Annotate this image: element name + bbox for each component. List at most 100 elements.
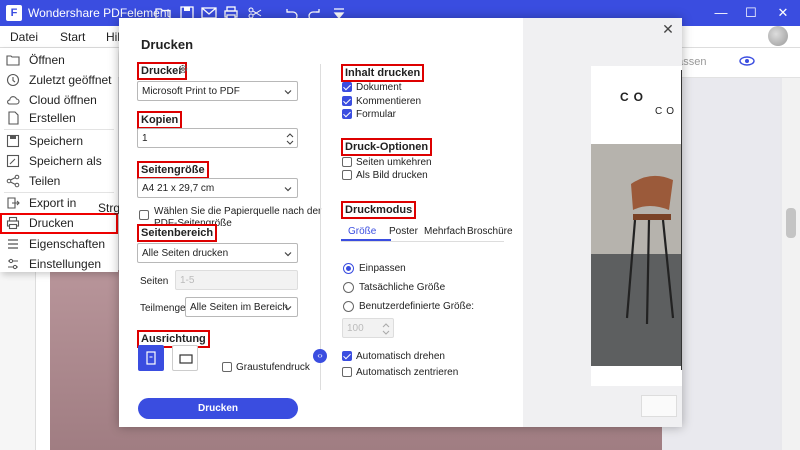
pages-input[interactable]: 1-5 [175, 270, 298, 290]
document-label: Dokument [356, 82, 402, 93]
file-menu-label: Erstellen [29, 111, 76, 125]
menu-start[interactable]: Start [60, 30, 85, 44]
folder-open-icon [6, 53, 20, 67]
landscape-button[interactable] [172, 345, 198, 371]
page-margin [36, 270, 50, 450]
print-button[interactable]: Drucken [138, 398, 298, 419]
gear-icon[interactable] [177, 63, 189, 75]
file-menu-item-recent[interactable]: Zuletzt geöffnet [0, 70, 118, 90]
file-menu-item-properties[interactable]: Eigenschaften [0, 234, 118, 254]
copies-label: Kopien [137, 111, 183, 129]
save-icon [6, 134, 20, 148]
landscape-icon [179, 354, 193, 364]
file-menu-item-create[interactable]: Erstellen [0, 108, 118, 128]
tab-poster[interactable]: Poster [389, 226, 418, 237]
preview-photo [591, 144, 682, 366]
document-icon [6, 111, 20, 125]
comments-label: Kommentieren [356, 96, 422, 107]
column-divider [320, 64, 321, 390]
custom-size-radio[interactable] [343, 301, 354, 312]
form-label: Formular [356, 109, 397, 120]
print-as-image-checkbox[interactable] [342, 170, 352, 180]
auto-rotate-label: Automatisch drehen [356, 351, 445, 362]
collapse-icon[interactable]: ‹› [313, 349, 327, 363]
file-menu-label: Zuletzt geöffnet [29, 73, 112, 87]
tab-size[interactable]: Größe [348, 226, 376, 237]
auto-rotate-checkbox[interactable] [342, 351, 352, 361]
preview-nav[interactable] [641, 395, 677, 417]
document-checkbox[interactable] [342, 82, 352, 92]
page-size-label: Seitengröße [137, 161, 209, 179]
auto-center-checkbox[interactable] [342, 367, 352, 377]
chevron-down-icon[interactable] [382, 330, 390, 336]
printer-select[interactable]: Microsoft Print to PDF [137, 81, 298, 101]
fit-radio[interactable] [343, 263, 354, 274]
chevron-down-icon [284, 187, 292, 192]
menu-hilfe[interactable]: Hil [106, 30, 120, 44]
chevron-down-icon [284, 306, 292, 311]
file-menu-label: Einstellungen [29, 257, 102, 271]
file-menu-item-settings[interactable]: Einstellungen [0, 254, 118, 274]
file-menu-item-share[interactable]: Teilen [0, 171, 118, 191]
shortcut-hint: Strg [98, 201, 121, 215]
dialog-title: Drucken [141, 37, 194, 52]
preview-cover-title: CO [620, 90, 648, 104]
tabs-divider [341, 241, 504, 242]
sliders-icon [6, 257, 20, 271]
scroll-thumb[interactable] [786, 208, 796, 238]
menu-separator [4, 129, 114, 130]
file-menu-label: Eigenschaften [29, 237, 106, 251]
copies-stepper[interactable]: 1 [137, 128, 298, 148]
subset-select[interactable]: Alle Seiten im Bereich [185, 297, 298, 317]
reverse-pages-checkbox[interactable] [342, 157, 352, 167]
subset-value: Alle Seiten im Bereich [190, 302, 288, 313]
actual-size-radio[interactable] [343, 282, 354, 293]
file-menu-item-print[interactable]: Drucken [0, 213, 118, 234]
eye-icon[interactable] [739, 56, 755, 66]
file-menu-label: Speichern [29, 134, 84, 148]
app-logo: F [6, 5, 22, 21]
print-options-label: Druck-Optionen [341, 138, 433, 156]
custom-size-value: 100 [347, 323, 364, 334]
print-as-image-label: Als Bild drucken [356, 170, 428, 181]
file-menu-item-cloud[interactable]: Cloud öffnen [0, 90, 118, 110]
file-menu-item-open[interactable]: Öffnen [0, 50, 118, 70]
share-icon [6, 174, 20, 188]
close-icon[interactable]: ✕ [772, 3, 794, 23]
portrait-icon [146, 351, 156, 365]
file-menu-item-save-as[interactable]: Speichern als [0, 151, 118, 171]
comments-checkbox[interactable] [342, 96, 352, 106]
print-content-label: Inhalt drucken [341, 64, 425, 82]
fit-label: Einpassen [359, 263, 406, 274]
paper-source-label: Wählen Sie die Papierquelle nach der [154, 206, 322, 217]
auto-center-label: Automatisch zentrieren [356, 367, 459, 378]
avatar[interactable] [768, 26, 788, 46]
tab-booklet[interactable]: Broschüre [467, 226, 513, 237]
file-menu-label: Speichern als [29, 154, 102, 168]
paper-source-checkbox[interactable] [139, 210, 149, 220]
chevron-up-icon[interactable] [286, 132, 294, 138]
portrait-button[interactable] [138, 345, 164, 371]
tab-multiple[interactable]: Mehrfach [424, 226, 466, 237]
subset-label: Teilmenge [140, 303, 186, 314]
chevron-up-icon[interactable] [382, 322, 390, 328]
page-range-value: Alle Seiten drucken [142, 248, 229, 259]
save-as-icon [6, 154, 20, 168]
file-menu-label: Cloud öffnen [29, 93, 97, 107]
maximize-icon[interactable]: ☐ [740, 3, 762, 23]
minimize-icon[interactable]: — [710, 3, 732, 23]
chevron-down-icon[interactable] [286, 140, 294, 146]
form-checkbox[interactable] [342, 109, 352, 119]
print-dialog: Drucken CO CO ✕ Drucker Microsoft Print … [119, 18, 682, 427]
print-mode-label: Druckmodus [341, 201, 417, 219]
grayscale-checkbox[interactable] [222, 362, 232, 372]
scrollbar[interactable] [782, 78, 800, 450]
list-icon [6, 237, 20, 251]
page-range-select[interactable]: Alle Seiten drucken [137, 243, 298, 263]
close-icon[interactable]: ✕ [660, 21, 676, 37]
custom-size-stepper[interactable]: 100 [342, 318, 394, 338]
file-menu-item-save[interactable]: Speichern [0, 131, 118, 151]
page-size-value: A4 21 x 29,7 cm [142, 183, 215, 194]
page-size-select[interactable]: A4 21 x 29,7 cm [137, 178, 298, 198]
menu-datei[interactable]: Datei [10, 30, 38, 44]
